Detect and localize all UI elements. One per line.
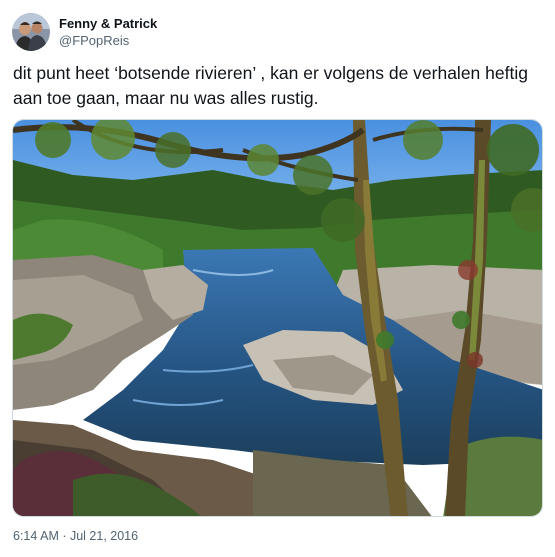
tweet-timestamp[interactable]: 6:14 AM · Jul 21, 2016 [13,528,138,544]
author-display-name[interactable]: Fenny & Patrick [59,15,157,32]
author-handle[interactable]: @FPopReis [59,32,157,49]
profile-photo-avatar-icon [12,13,50,51]
tweet-photo[interactable] [12,119,543,517]
author-names: Fenny & Patrick @FPopReis [59,15,157,49]
tweet-text: dit punt heet ‘botsende rivieren’ , kan … [13,63,528,108]
tweet-card: Fenny & Patrick @FPopReis dit punt heet … [0,0,555,557]
tweet-header: Fenny & Patrick @FPopReis [12,12,157,52]
river-with-rocks-and-trees-photo-icon [13,120,542,516]
author-avatar[interactable] [12,13,50,51]
